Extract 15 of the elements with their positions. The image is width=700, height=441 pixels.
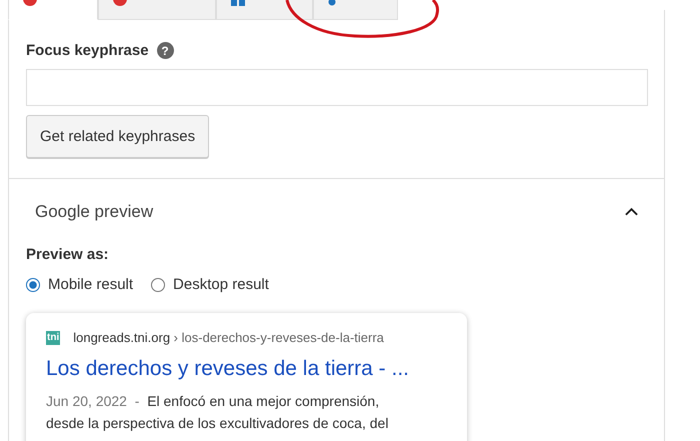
- field-label: Focus keyphrase: [26, 42, 149, 59]
- result-snippet: Jun 20, 2022 - El enfocó en una mejor comprensión, desde la perspectiva de los excultivadores de coca, del: [46, 392, 390, 433]
- keyphrase-input-field[interactable]: [26, 69, 648, 106]
- radio-option[interactable]: Mobile result: [26, 276, 134, 293]
- section-title: Google preview: [35, 202, 154, 222]
- result-title[interactable]: Los derechos y reveses de la tierra - ...: [46, 357, 447, 381]
- radio-option[interactable]: Desktop result: [151, 276, 269, 293]
- radio-button[interactable]: [151, 278, 166, 292]
- radio-button[interactable]: [26, 278, 40, 292]
- help-icon[interactable]: ?: [156, 42, 174, 59]
- related-keyphrases-button[interactable]: Get related keyphrases: [26, 115, 210, 158]
- field-label: Preview as:: [26, 246, 110, 263]
- site-favicon: tni: [46, 330, 60, 344]
- chevron-icon[interactable]: [625, 207, 638, 216]
- result-url: longreads.tni.org › los-derechos-y-reveses-de-la-tierra: [73, 330, 384, 345]
